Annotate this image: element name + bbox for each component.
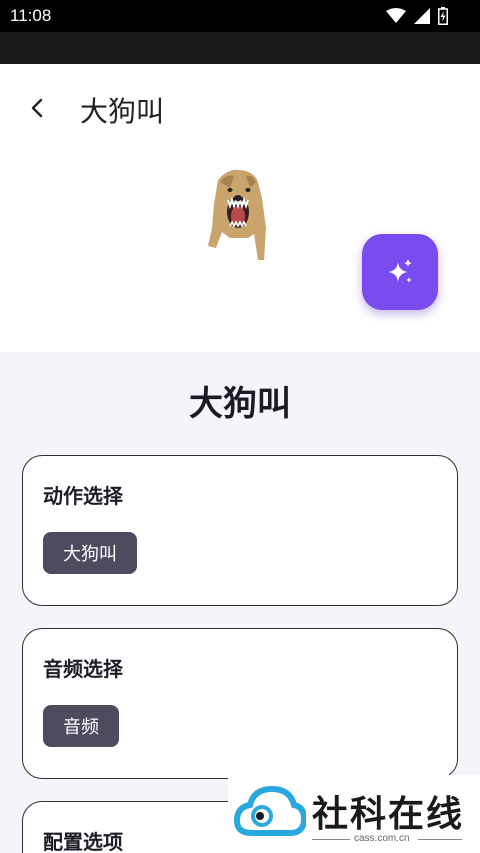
watermark-domain: cass.com.cn [354,833,410,844]
action-chip[interactable]: 大狗叫 [43,532,137,574]
app-bar: 大狗叫 [0,64,480,150]
chevron-left-icon [31,98,43,118]
action-select-card: 动作选择 大狗叫 [22,455,458,606]
dog-image [208,169,266,260]
watermark: 社科在线 cass.com.cn [228,775,480,853]
status-bar: 11:08 [0,0,480,32]
wifi-icon [386,8,406,23]
card-title: 配置选项 [43,830,123,853]
watermark-rule-left [312,839,350,840]
audio-select-card: 音频选择 音频 [22,628,458,779]
system-bar [0,32,480,64]
signal-icon [414,8,430,24]
page-title: 大狗叫 [80,95,165,128]
section-heading: 大狗叫 [189,384,291,424]
status-icons [386,7,448,25]
magic-fab-button[interactable] [362,234,438,310]
back-button[interactable] [22,88,52,128]
watermark-rule-right [418,839,462,840]
card-title: 音频选择 [43,657,123,681]
status-time: 11:08 [10,6,52,25]
audio-chip[interactable]: 音频 [43,705,119,747]
sparkle-icon [388,259,412,283]
battery-icon [438,7,448,25]
card-title: 动作选择 [43,484,123,508]
cloud-logo-icon [234,785,306,836]
hero-area [0,150,480,352]
watermark-text: 社科在线 [312,793,465,835]
